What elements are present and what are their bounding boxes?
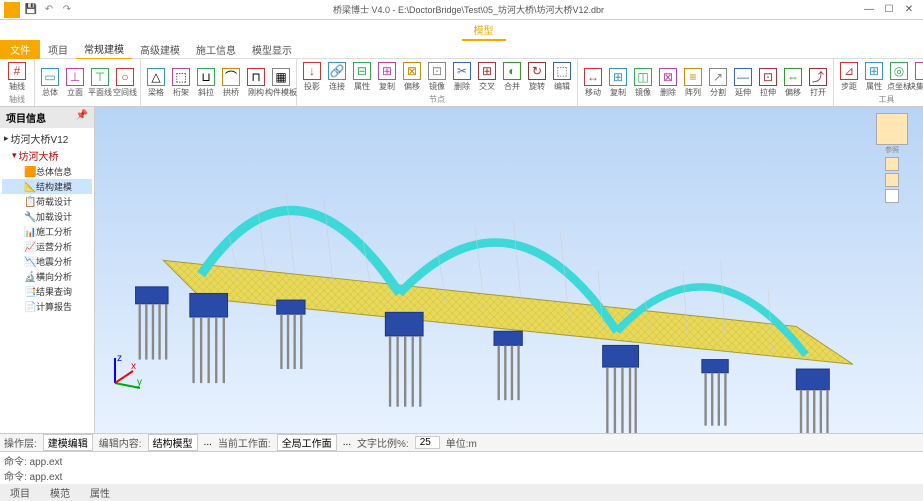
rbtn-g4-0[interactable]: ↔移动	[581, 60, 605, 105]
rbtn-rigid[interactable]: ⊓刚构	[244, 60, 268, 105]
tab-modeling[interactable]: 常规建模	[76, 39, 132, 60]
svg-text:x: x	[131, 361, 136, 372]
text-scale[interactable]: 25	[415, 436, 440, 449]
maximize-button[interactable]: ☐	[883, 4, 895, 15]
rbtn-g4-4[interactable]: ≡阵列	[681, 60, 705, 105]
app-icon	[4, 2, 20, 18]
ribbon: #轴线 轴线 ▭总体 ⊥立面 ⊤平面线 ○空间线 △梁格 ⬚桁架 ⊔斜拉 ⌒拱桥…	[0, 59, 923, 107]
tree-item-7[interactable]: 🔬 横向分析	[2, 269, 92, 284]
svg-text:y: y	[137, 377, 142, 388]
rbtn-planline[interactable]: ⊤平面线	[88, 60, 112, 105]
tab-project[interactable]: 项目	[40, 40, 76, 59]
rbtn-g4-1[interactable]: ⊞复制	[606, 60, 630, 105]
rbtn-cable[interactable]: ⊔斜拉	[194, 60, 218, 105]
workplane[interactable]: 全局工作面	[277, 434, 337, 451]
bridge-model	[135, 147, 853, 433]
tab-construction[interactable]: 施工信息	[188, 40, 244, 59]
rbtn-g3-0[interactable]: ↓投影	[300, 60, 324, 94]
rbtn-g4-7[interactable]: ⊡拉伸	[756, 60, 780, 105]
close-button[interactable]: ✕	[903, 4, 915, 15]
super-tab-model[interactable]: 模型	[462, 20, 506, 41]
status-bar: 操作层:建模编辑 编辑内容:结构模型... 当前工作面:全局工作面... 文字比…	[0, 433, 923, 451]
rbtn-g5-0[interactable]: ⊿步距	[837, 60, 861, 94]
rbtn-g4-5[interactable]: ↗分割	[706, 60, 730, 105]
rbtn-beam[interactable]: △梁格	[144, 60, 168, 105]
redo-icon[interactable]: ↷	[60, 3, 74, 17]
rbtn-g3-7[interactable]: ⊞交叉	[475, 60, 499, 94]
pin-icon[interactable]: 📌	[76, 110, 88, 125]
rbtn-g3-8[interactable]: ◐合并	[500, 60, 524, 94]
project-tree: ▸ 坊河大桥V12 ▾ 坊河大桥 🟧 总体信息📐 结构建模📋 荷载设计🔧 加载设…	[0, 128, 94, 316]
view-cube[interactable]: 参照	[867, 113, 917, 205]
rbtn-g3-5[interactable]: ⊡镜像	[425, 60, 449, 94]
tab-display[interactable]: 模型显示	[244, 40, 300, 59]
rbtn-g3-9[interactable]: ↻旋转	[525, 60, 549, 94]
title-bar: 💾 ↶ ↷ 桥梁博士 V4.0 - E:\DoctorBridge\Test\0…	[0, 0, 923, 20]
rbtn-template[interactable]: ▦构件模板	[269, 60, 293, 105]
rbtn-g4-3[interactable]: ⊠删除	[656, 60, 680, 105]
rbtn-truss[interactable]: ⬚桁架	[169, 60, 193, 105]
op-layer[interactable]: 建模编辑	[43, 434, 93, 451]
btab-props[interactable]: 属性	[80, 484, 120, 501]
tree-item-1[interactable]: 📐 结构建模	[2, 179, 92, 194]
minimize-button[interactable]: —	[863, 4, 875, 15]
rbtn-axis[interactable]: #轴线	[3, 60, 31, 94]
viewport-3d[interactable]: z y x 参照	[95, 107, 923, 433]
tab-advanced[interactable]: 高级建模	[132, 40, 188, 59]
rbtn-spaceline[interactable]: ○空间线	[113, 60, 137, 105]
rbtn-g3-1[interactable]: 🔗连接	[325, 60, 349, 94]
project-panel: 项目信息📌 ▸ 坊河大桥V12 ▾ 坊河大桥 🟧 总体信息📐 结构建模📋 荷载设…	[0, 107, 95, 433]
tree-item-8[interactable]: 📑 结果查询	[2, 284, 92, 299]
svg-text:z: z	[117, 353, 122, 364]
rbtn-g4-9[interactable]: ⤴打开	[806, 60, 830, 105]
rbtn-overall[interactable]: ▭总体	[38, 60, 62, 105]
rbtn-elevation[interactable]: ⊥立面	[63, 60, 87, 105]
tree-item-0[interactable]: 🟧 总体信息	[2, 164, 92, 179]
command-area[interactable]: 命令: app.ext命令: app.ext	[0, 451, 923, 484]
panel-header: 项目信息📌	[0, 107, 94, 128]
rbtn-g4-8[interactable]: ⇔偏移	[781, 60, 805, 105]
tree-item-4[interactable]: 📊 施工分析	[2, 224, 92, 239]
tree-item-9[interactable]: 📄 计算报告	[2, 299, 92, 314]
undo-icon[interactable]: ↶	[42, 3, 56, 17]
axis-gizmo[interactable]: z y x	[105, 353, 145, 393]
save-icon[interactable]: 💾	[24, 3, 38, 17]
rbtn-g3-2[interactable]: ⊟属性	[350, 60, 374, 94]
tree-item-2[interactable]: 📋 荷载设计	[2, 194, 92, 209]
btab-template[interactable]: 模范	[40, 484, 80, 501]
btab-project[interactable]: 项目	[0, 484, 40, 501]
tree-item-6[interactable]: 📉 地震分析	[2, 254, 92, 269]
tree-item-5[interactable]: 📈 运营分析	[2, 239, 92, 254]
tree-root[interactable]: ▸ 坊河大桥V12	[2, 130, 92, 147]
rbtn-g3-3[interactable]: ⊞复制	[375, 60, 399, 94]
bottom-tabs: 项目 模范 属性	[0, 484, 923, 500]
rbtn-arch[interactable]: ⌒拱桥	[219, 60, 243, 105]
rbtn-g4-2[interactable]: ◫镜像	[631, 60, 655, 105]
edit-content[interactable]: 结构模型	[148, 434, 198, 451]
tab-file[interactable]: 文件	[0, 40, 40, 59]
rbtn-g3-4[interactable]: ⊠偏移	[400, 60, 424, 94]
rbtn-g4-6[interactable]: —延伸	[731, 60, 755, 105]
rbtn-g3-6[interactable]: ✂删除	[450, 60, 474, 94]
window-title: 桥梁博士 V4.0 - E:\DoctorBridge\Test\05_坊河大桥…	[74, 3, 863, 16]
tree-bridge[interactable]: ▾ 坊河大桥	[2, 147, 92, 164]
quick-access-toolbar: 💾 ↶ ↷	[24, 3, 74, 17]
rbtn-g5-3[interactable]: ↕块集属集	[912, 60, 923, 94]
ribbon-tabs: 文件 项目 常规建模 高级建模 施工信息 模型显示	[0, 41, 923, 59]
tree-item-3[interactable]: 🔧 加载设计	[2, 209, 92, 224]
rbtn-g3-10[interactable]: ⬚编辑	[550, 60, 574, 94]
rbtn-g5-1[interactable]: ⊞属性	[862, 60, 886, 94]
